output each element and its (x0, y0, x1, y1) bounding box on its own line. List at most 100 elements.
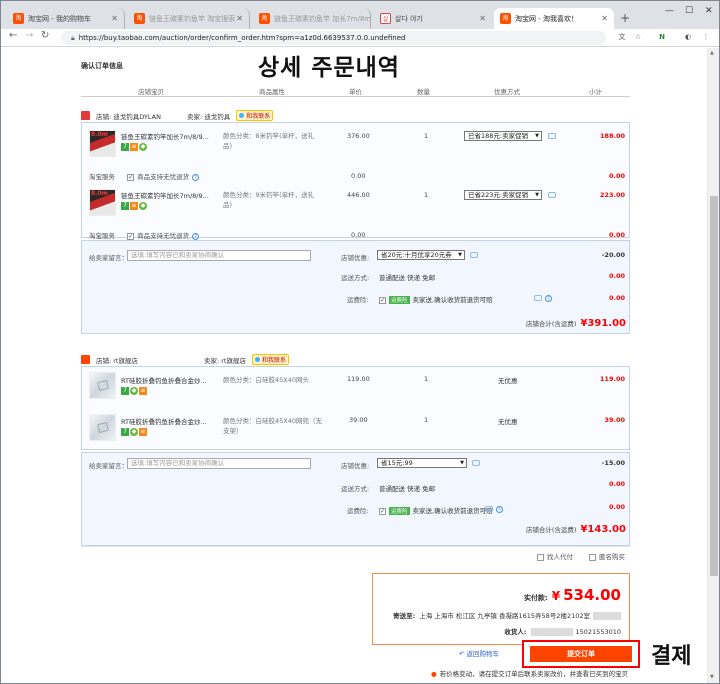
seller-name[interactable]: 卖家: rt旗舰店 (204, 355, 246, 365)
shop-header: 店铺: rt旗舰店 卖家: rt旗舰店 和我联系 (81, 354, 289, 365)
shipping-label: 运送方式: (341, 274, 370, 282)
agent-pay-checkbox[interactable] (537, 553, 544, 561)
chat-icon[interactable] (470, 252, 478, 258)
coupon-select[interactable]: 省15元:99 ▼ (377, 458, 467, 468)
product-name[interactable]: 链鱼王碳素钓竿加长7m/8/9... (121, 131, 221, 141)
service-row: 淘宝服务 ✓ 商品支持无忧退货? (89, 230, 200, 240)
tab-cart[interactable]: 淘 淘宝网 - 我的购物车 ✕ (7, 8, 125, 29)
service-text: 商品支持无忧退货 (137, 173, 190, 181)
tab-korean[interactable]: 살 살다 야기 ✕ (374, 8, 492, 29)
actual-payment: 实付款: ¥534.00 (524, 586, 621, 604)
message-input[interactable]: 选填:填写内容已和卖家协商确认 (127, 458, 311, 469)
submit-order-highlight: 提交订单 (522, 640, 640, 668)
shop-name[interactable]: 店铺: rt旗舰店 (96, 355, 138, 365)
coupon-select[interactable]: 省20元:十月优享20元券 ▼ (377, 250, 465, 260)
column-header: 优惠方式 (494, 88, 520, 96)
item-subtotal: 223.00 (599, 191, 625, 199)
seller-name[interactable]: 卖家: 迪戈钓具 (187, 111, 230, 121)
scroll-down-icon[interactable]: ▼ (710, 674, 714, 680)
insurance-tag: 运费险 (389, 507, 410, 515)
insurance-amount: 0.00 (608, 503, 625, 511)
maximize-icon[interactable]: ☐ (685, 6, 693, 16)
forward-arrow-icon[interactable]: → (25, 30, 33, 41)
menu-icon[interactable]: ⋮ (701, 32, 711, 43)
coupon-value: 省20元:十月优享20元券 (381, 251, 452, 259)
contact-seller-button[interactable]: 和我联系 (251, 354, 289, 365)
translate-icon[interactable]: 文 (617, 32, 627, 43)
submit-order-button[interactable]: 提交订单 (530, 646, 632, 662)
divider (81, 546, 630, 547)
product-image[interactable] (89, 372, 116, 399)
n-extension-icon[interactable]: N (657, 32, 667, 43)
tab-label: 淘宝网 - 我的购物车 (28, 14, 91, 23)
ship-to: 寄送至: 上海 上海市 松江区 九亭镇 香凝路1615弄58号2楼2102室 (393, 610, 621, 620)
chat-icon[interactable] (548, 133, 556, 139)
insurance-label: 运费险: (347, 507, 369, 515)
minimize-icon[interactable]: — (665, 6, 674, 16)
anonymous-checkbox[interactable] (589, 553, 596, 561)
product-name[interactable]: RT硅胶折叠钓鱼折叠合金炒... (121, 375, 221, 385)
discount-select[interactable]: 已省223元:卖家促销 ▼ (464, 190, 542, 200)
contact-label: 和我联系 (261, 357, 286, 364)
product-image[interactable]: 8.0m (89, 189, 116, 216)
insurance-tag: 运费险 (389, 296, 410, 304)
coupon-value: 省15元:99 (381, 459, 413, 467)
contact-seller-button[interactable]: 和我联系 (236, 110, 274, 121)
product-image[interactable] (89, 414, 116, 441)
taobao-favicon: 淘 (259, 13, 270, 24)
star-icon[interactable]: ☆ (633, 32, 643, 43)
close-icon[interactable]: ✕ (479, 14, 486, 23)
agent-pay-option[interactable]: 找人代付 (537, 551, 573, 561)
shop-total: 店铺合计(含运费) ¥143.00 (441, 524, 626, 535)
help-icon[interactable]: ? (192, 173, 200, 181)
receiver-label: 收货人: (504, 628, 527, 636)
tab-search[interactable]: 淘 链鱼王碳素钓鱼竿 淘宝搜索 ✕ (128, 8, 250, 29)
tab-label: 链鱼王碳素钓鱼竿 淘宝搜索 (149, 14, 236, 23)
coupon-label: 店铺优惠: (341, 254, 370, 262)
unit-price: 376.00 (347, 132, 370, 140)
message-label: 给卖家留言： (89, 254, 128, 262)
vertical-scrollbar[interactable]: ▲ ▼ (707, 48, 719, 683)
back-arrow-icon[interactable]: ← (9, 30, 17, 41)
help-icon[interactable]: ? (496, 506, 503, 513)
tab-product[interactable]: 淘 链鱼王碳素钓鱼竿 加长7m/8m ✕ (253, 8, 371, 29)
help-icon[interactable]: ? (192, 232, 200, 240)
anonymous-option[interactable]: 匿名购买 (589, 551, 625, 561)
new-tab-icon[interactable]: + (618, 11, 632, 25)
discount-select[interactable]: 已省188元:卖家促销 ▼ (464, 131, 542, 141)
profile-icon[interactable]: ◐ (683, 32, 693, 43)
service-checkbox[interactable]: ✓ (127, 232, 137, 240)
url-field[interactable]: 🔒︎ https://buy.taobao.com/auction/order/c… (61, 31, 606, 45)
back-to-cart-link[interactable]: ↶ 返回购物车 (459, 648, 499, 658)
close-icon[interactable]: ✕ (601, 14, 608, 23)
tab-confirm-order[interactable]: 淘 淘宝网 - 淘我喜欢！ ✕ (494, 8, 614, 29)
close-icon[interactable]: ✕ (236, 14, 243, 23)
insurance-checkbox[interactable]: ✓ (379, 296, 386, 304)
help-icon[interactable]: ? (545, 295, 552, 302)
product-image[interactable]: 8.0m (89, 130, 116, 157)
tab-label: 链鱼王碳素钓鱼竿 加长7m/8m (274, 14, 371, 23)
product-name[interactable]: 链鱼王碳素钓竿加长7m/8/9... (121, 190, 221, 200)
close-window-icon[interactable]: ✕ (705, 6, 713, 16)
guarantee-icon: ◆ (139, 202, 147, 210)
chat-icon[interactable] (472, 460, 480, 466)
item-subtotal: 39.00 (604, 416, 625, 424)
scroll-up-icon[interactable]: ▲ (710, 50, 714, 56)
scrollbar-thumb[interactable] (710, 196, 718, 576)
reload-icon[interactable]: ↻ (41, 30, 49, 41)
chat-icon[interactable] (534, 295, 542, 301)
service-checkbox[interactable]: ✓ (127, 173, 137, 181)
back-to-cart-label: 返回购物车 (466, 650, 500, 658)
product-name[interactable]: RT硅胶折叠钓鱼折叠合金炒... (121, 416, 221, 426)
message-input[interactable]: 选填:填写内容已和卖家协商确认 (127, 250, 311, 261)
close-icon[interactable]: ✕ (111, 14, 118, 23)
lock-icon: 🔒︎ (71, 34, 75, 42)
chat-icon[interactable] (485, 506, 493, 512)
chat-icon (254, 357, 260, 362)
product-attribute: 颜色分类：白硅胶45X40网头 (223, 376, 309, 384)
insurance-checkbox[interactable]: ✓ (379, 507, 386, 515)
shop-name[interactable]: 店铺: 迪戈钓具DYLAN (96, 111, 161, 121)
currency-symbol: ¥ (551, 589, 561, 603)
chat-icon[interactable] (548, 192, 556, 198)
column-header: 店铺宝贝 (138, 88, 164, 96)
